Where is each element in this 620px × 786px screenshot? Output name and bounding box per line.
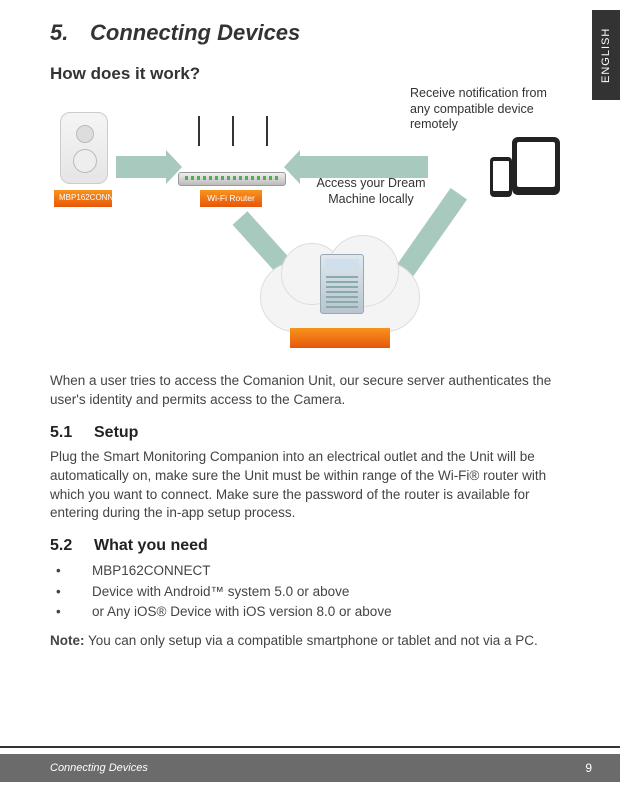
language-tab: ENGLISH xyxy=(592,10,620,100)
section-5-2-heading: 5.2What you need xyxy=(50,537,570,555)
section-5-2-number: 5.2 xyxy=(50,537,94,555)
requirements-list: MBP162CONNECT Device with Android™ syste… xyxy=(50,561,570,622)
section-5-2-title: What you need xyxy=(94,537,208,554)
section-5-1-number: 5.1 xyxy=(50,424,94,442)
chapter-heading: 5.Connecting Devices xyxy=(50,20,570,46)
cloud-label xyxy=(290,328,390,348)
section-5-1-title: Setup xyxy=(94,424,138,441)
how-it-works-heading: How does it work? xyxy=(50,64,570,84)
wifi-router-icon xyxy=(178,142,286,186)
arrow-devices-to-router-icon xyxy=(298,156,428,178)
router-label: Wi-Fi Router xyxy=(200,190,262,207)
chapter-number: 5. xyxy=(50,20,90,46)
cloud-icon xyxy=(260,262,420,332)
list-item: MBP162CONNECT xyxy=(50,561,570,581)
chapter-title: Connecting Devices xyxy=(90,20,300,45)
phone-icon xyxy=(490,157,512,197)
note-text: You can only setup via a compatible smar… xyxy=(85,633,538,648)
monitor-unit-icon xyxy=(60,112,108,184)
note-paragraph: Note: You can only setup via a compatibl… xyxy=(50,632,570,651)
footer-section-title: Connecting Devices xyxy=(50,762,148,774)
diagram: Receive notification from any compatible… xyxy=(50,92,570,352)
intro-paragraph: When a user tries to access the Comanion… xyxy=(50,372,570,410)
page-footer: Connecting Devices 9 xyxy=(0,746,620,786)
access-caption: Access your Dream Machine locally xyxy=(316,176,426,207)
section-5-1-heading: 5.1Setup xyxy=(50,424,570,442)
page-content: 5.Connecting Devices How does it work? R… xyxy=(0,0,620,651)
list-item: or Any iOS® Device with iOS version 8.0 … xyxy=(50,602,570,622)
server-icon xyxy=(320,254,364,314)
tablet-icon xyxy=(512,137,560,195)
mobile-devices-icon xyxy=(490,137,560,197)
footer-page-number: 9 xyxy=(585,761,592,775)
arrow-unit-to-router-icon xyxy=(116,156,168,178)
section-5-1-text: Plug the Smart Monitoring Companion into… xyxy=(50,448,570,524)
list-item: Device with Android™ system 5.0 or above xyxy=(50,582,570,602)
unit-label: MBP162CONNECT xyxy=(54,190,112,207)
note-label: Note: xyxy=(50,633,85,648)
